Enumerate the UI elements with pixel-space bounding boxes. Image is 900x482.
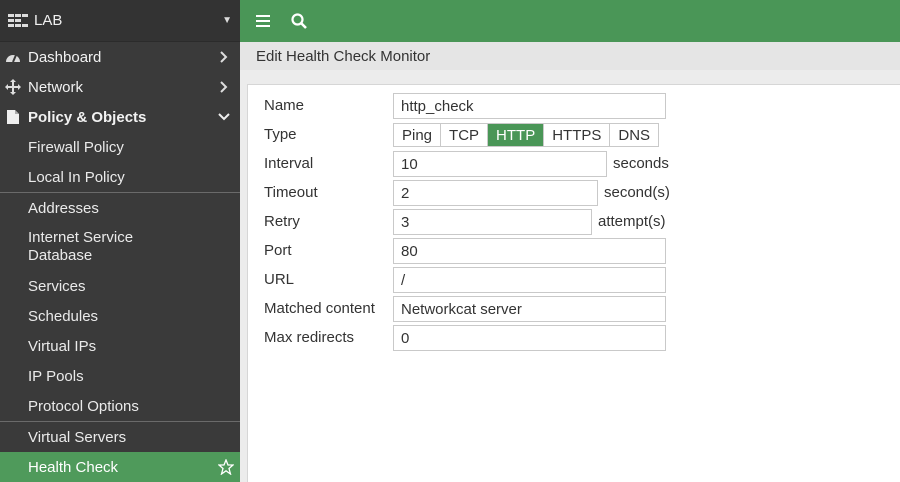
main-content: Edit Health Check Monitor Name http_chec… [240, 42, 900, 482]
port-label: Port [264, 242, 292, 259]
type-option-dns[interactable]: DNS [610, 124, 659, 146]
sidebar-item-internet-service-database[interactable]: Internet Service Database [0, 223, 240, 271]
interval-unit: seconds [613, 155, 669, 172]
top-bar [240, 0, 900, 42]
chevron-right-icon [216, 51, 232, 63]
timeout-unit: second(s) [604, 184, 670, 201]
sidebar-item-ip-pools[interactable]: IP Pools [0, 361, 240, 391]
sidebar-item-virtual-servers[interactable]: Virtual Servers [0, 422, 240, 452]
max-redirects-label: Max redirects [264, 329, 355, 346]
type-option-tcp[interactable]: TCP [441, 124, 489, 146]
fortigate-logo-icon [8, 13, 28, 27]
device-selector[interactable]: LAB ▼ [0, 0, 240, 42]
sidebar-item-protocol-options[interactable]: Protocol Options [0, 391, 240, 421]
nav-label: Dashboard [28, 48, 102, 66]
retry-unit: attempt(s) [598, 213, 666, 230]
name-label: Name [264, 97, 305, 114]
sidebar-item-schedules[interactable]: Schedules [0, 301, 240, 331]
nav-network[interactable]: Network [0, 72, 240, 102]
type-option-http[interactable]: HTTP [488, 124, 545, 146]
menu-icon[interactable] [253, 11, 273, 31]
sidebar-item-health-check[interactable]: Health Check [0, 452, 240, 482]
timeout-input[interactable]: 2 [393, 180, 598, 206]
max-redirects-input[interactable]: 0 [393, 325, 666, 351]
sidebar-item-services[interactable]: Services [0, 271, 240, 301]
star-icon[interactable] [218, 459, 234, 475]
interval-label: Interval [264, 155, 314, 172]
url-input[interactable]: / [393, 267, 666, 293]
type-selector: Ping TCP HTTP HTTPS DNS [393, 123, 660, 147]
type-label: Type [264, 126, 297, 143]
retry-input[interactable]: 3 [393, 209, 592, 235]
network-icon [4, 78, 22, 96]
retry-label: Retry [264, 213, 300, 230]
sidebar-item-virtual-ips[interactable]: Virtual IPs [0, 331, 240, 361]
type-option-ping[interactable]: Ping [394, 124, 442, 146]
port-input[interactable]: 80 [393, 238, 666, 264]
sidebar: LAB ▼ Dashboard Network Policy & Objects… [0, 0, 240, 482]
policy-icon [4, 108, 22, 126]
sidebar-item-label: Internet Service Database [28, 229, 134, 264]
type-option-https[interactable]: HTTPS [544, 124, 611, 146]
page-title: Edit Health Check Monitor [240, 42, 900, 70]
caret-down-icon: ▼ [222, 15, 232, 26]
nav-policy-objects[interactable]: Policy & Objects [0, 102, 240, 132]
nav-label: Policy & Objects [28, 108, 147, 126]
url-label: URL [264, 271, 295, 288]
interval-input[interactable]: 10 [393, 151, 607, 177]
nav-label: Network [28, 78, 84, 96]
chevron-right-icon [216, 81, 232, 93]
chevron-down-icon [216, 113, 232, 121]
form-panel: Name http_check Type Ping TCP HTTP HTTPS… [247, 84, 900, 482]
matched-content-label: Matched content [264, 300, 375, 317]
search-icon[interactable] [289, 11, 309, 31]
sidebar-item-local-in-policy[interactable]: Local In Policy [0, 162, 240, 192]
sidebar-item-addresses[interactable]: Addresses [0, 193, 240, 223]
timeout-label: Timeout [264, 184, 318, 201]
device-name: LAB [34, 12, 63, 29]
sidebar-item-firewall-policy[interactable]: Firewall Policy [0, 132, 240, 162]
nav-dashboard[interactable]: Dashboard [0, 42, 240, 72]
name-input[interactable]: http_check [393, 93, 666, 119]
matched-content-input[interactable]: Networkcat server [393, 296, 666, 322]
dashboard-icon [4, 48, 22, 66]
sidebar-item-label: Health Check [28, 458, 119, 476]
